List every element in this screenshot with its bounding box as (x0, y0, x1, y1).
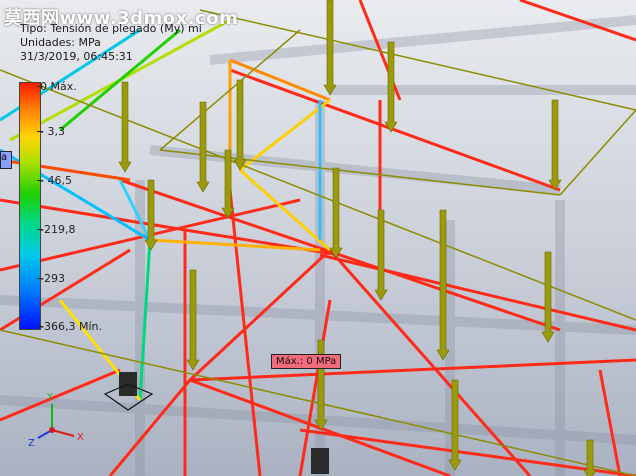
stress-gradient-beams (0, 18, 331, 401)
axis-x-label: X (77, 432, 84, 443)
load-arrows (118, 0, 597, 476)
legend-color-bar (19, 82, 41, 330)
frame-model (0, 0, 636, 476)
legend-tick: - 46,5 (37, 174, 72, 187)
legend-tick: - 3,3 (37, 125, 65, 138)
result-type-label: Tipo: Tensión de plegado (My) mi (20, 22, 202, 35)
axis-z-label: Z (28, 438, 35, 449)
legend-tick-max: 0 Máx. (37, 80, 77, 93)
timestamp-label: 31/3/2019, 06:45:31 (20, 50, 133, 63)
legend-tick-min: -366,3 Mín. (37, 320, 102, 333)
legend-tick: -219,8 (36, 223, 76, 236)
probe-tag[interactable]: a (0, 151, 12, 169)
3d-viewport[interactable]: 莫西网www.3dmox.com Tipo: Tensión de plegad… (0, 0, 636, 476)
max-value-callout[interactable]: Máx.: 0 MPa (271, 354, 342, 369)
units-label: Unidades: MPa (20, 36, 101, 49)
legend-tick: -293 (37, 272, 65, 285)
axis-y-label: Y (47, 392, 54, 403)
